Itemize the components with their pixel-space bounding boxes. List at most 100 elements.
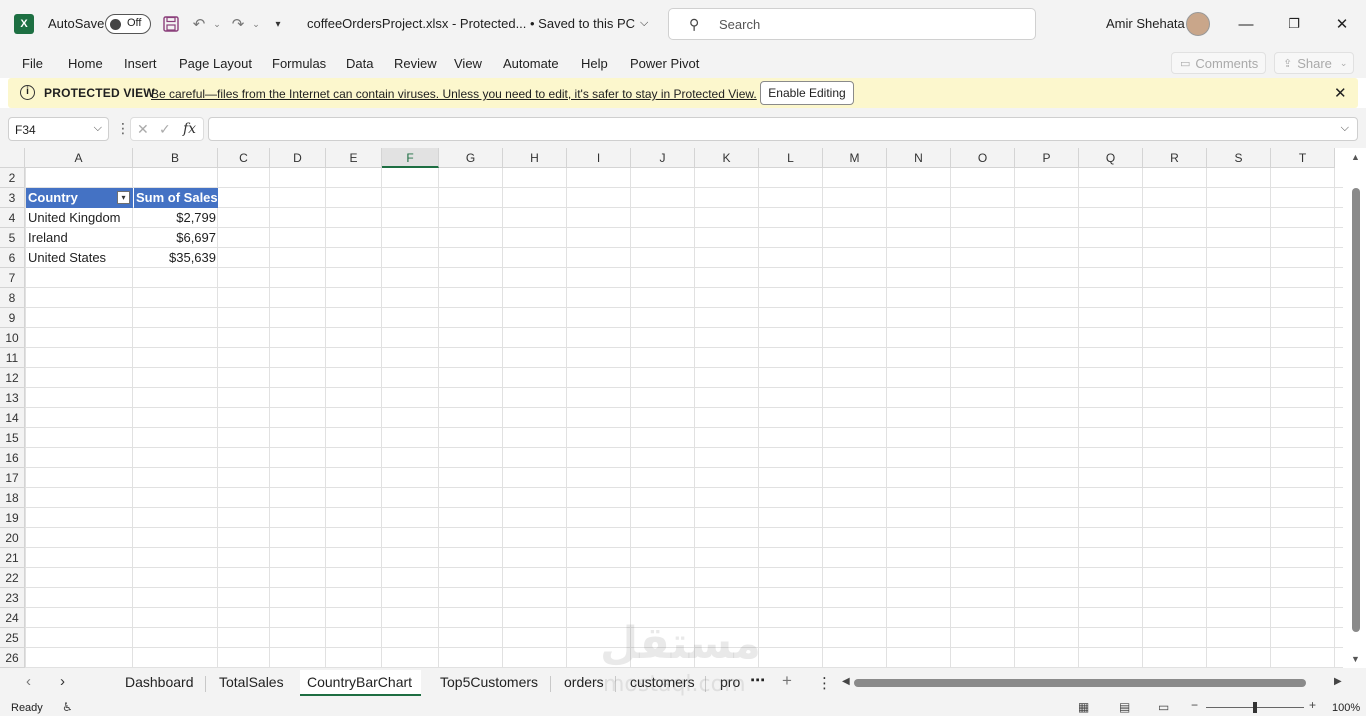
undo-dropdown-icon[interactable]: ⌄: [207, 14, 227, 34]
row-header-22[interactable]: 22: [0, 568, 25, 588]
scroll-thumb[interactable]: [1352, 188, 1360, 632]
row-header-17[interactable]: 17: [0, 468, 25, 488]
menu-home[interactable]: Home: [68, 56, 103, 71]
row-header-11[interactable]: 11: [0, 348, 25, 368]
pivot-country-cell[interactable]: United States: [28, 248, 133, 268]
row-header-10[interactable]: 10: [0, 328, 25, 348]
scroll-down-icon[interactable]: ▼: [1351, 654, 1360, 664]
undo-icon[interactable]: ↶: [189, 14, 209, 34]
column-header-r[interactable]: R: [1143, 148, 1207, 168]
filter-dropdown-icon[interactable]: ▾: [117, 191, 130, 204]
column-header-p[interactable]: P: [1015, 148, 1079, 168]
column-header-q[interactable]: Q: [1079, 148, 1143, 168]
row-header-4[interactable]: 4: [0, 208, 25, 228]
menu-insert[interactable]: Insert: [124, 56, 157, 71]
zoom-level[interactable]: 100%: [1332, 702, 1360, 714]
check-icon[interactable]: ✓: [159, 121, 171, 138]
save-icon[interactable]: [161, 14, 181, 34]
menu-page-layout[interactable]: Page Layout: [179, 56, 252, 71]
horizontal-scrollbar[interactable]: ◀ ▶: [840, 676, 1346, 690]
previous-sheet-icon[interactable]: ‹: [26, 673, 31, 690]
row-header-6[interactable]: 6: [0, 248, 25, 268]
enable-editing-button[interactable]: Enable Editing: [760, 81, 854, 105]
row-header-12[interactable]: 12: [0, 368, 25, 388]
vertical-scrollbar[interactable]: ▲ ▼: [1348, 148, 1366, 668]
column-header-h[interactable]: H: [503, 148, 567, 168]
close-window-icon[interactable]: ✕: [1330, 12, 1354, 36]
column-header-c[interactable]: C: [218, 148, 270, 168]
accessibility-icon[interactable]: ♿: [62, 700, 73, 714]
close-icon[interactable]: ✕: [1334, 84, 1347, 102]
row-header-20[interactable]: 20: [0, 528, 25, 548]
menu-review[interactable]: Review: [394, 56, 437, 71]
page-layout-view-icon[interactable]: ▤: [1119, 700, 1130, 714]
column-header-j[interactable]: J: [631, 148, 695, 168]
menu-help[interactable]: Help: [581, 56, 608, 71]
scroll-up-icon[interactable]: ▲: [1351, 152, 1360, 162]
column-header-o[interactable]: O: [951, 148, 1015, 168]
pivot-header-sales[interactable]: Sum of Sales: [134, 188, 218, 208]
pivot-country-cell[interactable]: Ireland: [28, 228, 133, 248]
row-header-24[interactable]: 24: [0, 608, 25, 628]
worksheet-grid[interactable]: ABCDEFGHIJKLMNOPQRST 2 3 4 5 6 7 8 9 10 11 12 13 14 1…: [0, 148, 1366, 668]
menu-power-pivot[interactable]: Power Pivot: [630, 56, 699, 71]
column-header-n[interactable]: N: [887, 148, 951, 168]
column-header-k[interactable]: K: [695, 148, 759, 168]
row-header-14[interactable]: 14: [0, 408, 25, 428]
zoom-in-icon[interactable]: +: [1309, 698, 1316, 712]
row-header-19[interactable]: 19: [0, 508, 25, 528]
page-break-view-icon[interactable]: ▭: [1158, 700, 1169, 714]
pivot-sales-cell[interactable]: $6,697: [134, 228, 216, 248]
more-sheets-icon[interactable]: ⋯: [750, 671, 765, 689]
redo-dropdown-icon[interactable]: ⌄: [246, 14, 266, 34]
more-icon[interactable]: ⋮: [116, 120, 130, 137]
insert-function-icon[interactable]: fx: [183, 121, 196, 137]
menu-file[interactable]: File: [22, 56, 43, 71]
expand-formula-icon[interactable]: ⌵: [1341, 122, 1349, 135]
minimize-icon[interactable]: —: [1234, 12, 1258, 36]
normal-view-icon[interactable]: ▦: [1078, 700, 1089, 714]
column-header-a[interactable]: A: [25, 148, 133, 168]
pivot-country-cell[interactable]: United Kingdom: [28, 208, 133, 228]
formula-input[interactable]: ⌵: [208, 117, 1358, 141]
cancel-icon[interactable]: ✕: [137, 121, 149, 138]
autosave-toggle[interactable]: Off: [105, 14, 151, 34]
customize-toolbar-icon[interactable]: ▾: [268, 14, 288, 34]
user-name[interactable]: Amir Shehata: [1106, 16, 1185, 31]
pivot-sales-cell[interactable]: $35,639: [134, 248, 216, 268]
sheet-tab-orders[interactable]: orders: [564, 674, 604, 690]
column-header-d[interactable]: D: [270, 148, 326, 168]
column-header-t[interactable]: T: [1271, 148, 1335, 168]
share-button[interactable]: ⇪ Share ⌄: [1274, 52, 1354, 74]
row-header-2[interactable]: 2: [0, 168, 25, 188]
column-header-b[interactable]: B: [133, 148, 218, 168]
pivot-sales-cell[interactable]: $2,799: [134, 208, 216, 228]
menu-view[interactable]: View: [454, 56, 482, 71]
name-box[interactable]: F34 ⌵: [8, 117, 109, 141]
row-header-5[interactable]: 5: [0, 228, 25, 248]
protected-view-message[interactable]: Be careful—files from the Internet can c…: [151, 87, 757, 101]
restore-icon[interactable]: ❐: [1282, 12, 1306, 36]
scroll-thumb[interactable]: [854, 679, 1306, 687]
row-header-7[interactable]: 7: [0, 268, 25, 288]
row-header-25[interactable]: 25: [0, 628, 25, 648]
column-header-f[interactable]: F: [382, 148, 439, 168]
row-header-13[interactable]: 13: [0, 388, 25, 408]
more-options-icon[interactable]: ⋮: [817, 674, 832, 692]
search-box[interactable]: ⚲ Search: [668, 8, 1036, 40]
column-header-i[interactable]: I: [567, 148, 631, 168]
column-header-g[interactable]: G: [439, 148, 503, 168]
column-header-l[interactable]: L: [759, 148, 823, 168]
menu-data[interactable]: Data: [346, 56, 373, 71]
zoom-slider-knob[interactable]: [1253, 702, 1257, 713]
menu-automate[interactable]: Automate: [503, 56, 559, 71]
column-header-e[interactable]: E: [326, 148, 382, 168]
add-sheet-icon[interactable]: +: [782, 671, 792, 691]
row-header-3[interactable]: 3: [0, 188, 25, 208]
column-header-m[interactable]: M: [823, 148, 887, 168]
column-header-s[interactable]: S: [1207, 148, 1271, 168]
zoom-out-icon[interactable]: −: [1191, 698, 1198, 712]
row-header-15[interactable]: 15: [0, 428, 25, 448]
row-header-16[interactable]: 16: [0, 448, 25, 468]
menu-formulas[interactable]: Formulas: [272, 56, 326, 71]
